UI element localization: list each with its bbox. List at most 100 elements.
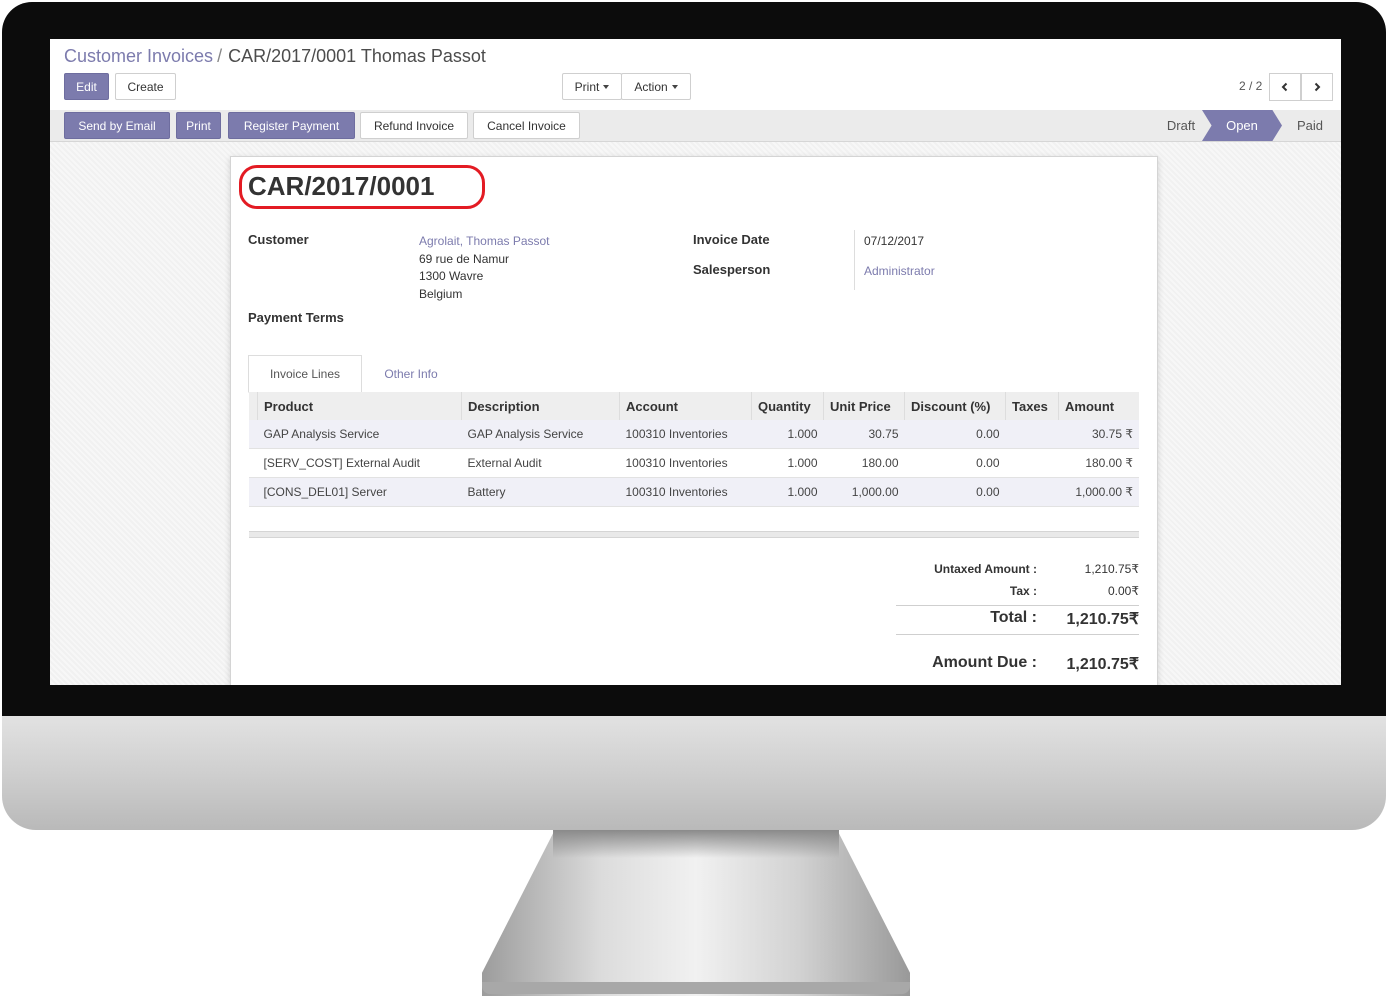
column-header[interactable]: Quantity — [751, 392, 824, 420]
control-panel: Customer Invoices / CAR/2017/0001 Thomas P… — [50, 39, 1341, 111]
cell-account: 100310 Inventories — [619, 448, 752, 478]
notebook-tabs: Invoice Lines Other Info — [248, 355, 1139, 393]
action-dropdown[interactable]: Action — [621, 73, 691, 100]
cell-amount: 30.75 ₹ — [1058, 420, 1139, 449]
cell-taxes — [1005, 420, 1059, 449]
column-header[interactable]: Discount (%) — [904, 392, 1006, 420]
cell-unit-price: 180.00 — [823, 448, 905, 478]
cell-amount: 180.00 ₹ — [1058, 448, 1139, 478]
total-value: 1,210.75₹ — [1066, 611, 1139, 628]
column-header[interactable]: Unit Price — [823, 392, 905, 420]
status-open[interactable]: Open — [1202, 110, 1282, 141]
cell-discount: 0.00 — [904, 420, 1006, 449]
cell-taxes — [1005, 448, 1059, 478]
row-handle — [249, 420, 258, 449]
column-header[interactable]: Amount — [1058, 392, 1139, 420]
print-dropdown-label: Print — [574, 79, 600, 94]
cell-unit-price: 1,000.00 — [823, 477, 905, 507]
field-divider — [854, 230, 855, 290]
table-row[interactable]: [SERV_COST] External Audit External Audi… — [249, 448, 1139, 478]
cell-quantity: 1.000 — [751, 420, 824, 449]
tab-invoice-lines[interactable]: Invoice Lines — [248, 355, 362, 393]
breadcrumb-separator: / — [217, 46, 223, 66]
breadcrumb-current: CAR/2017/0001 Thomas Passot — [228, 46, 486, 66]
edit-button[interactable]: Edit — [64, 73, 109, 100]
cell-description: External Audit — [461, 448, 620, 478]
highlight-ring — [239, 165, 485, 209]
address-line: 69 rue de Namur — [419, 251, 510, 266]
monitor-stand-base — [482, 982, 910, 994]
invoice-lines-table: Product Description Account Quantity Uni… — [249, 392, 1139, 507]
print-dropdown[interactable]: Print — [562, 73, 622, 100]
invoice-date-value: 07/12/2017 — [864, 234, 925, 248]
untaxed-amount-value: 1,210.75₹ — [1084, 562, 1139, 576]
invoice-sheet: CAR/2017/0001 Customer Agrolait, Thomas … — [230, 156, 1158, 685]
cell-quantity: 1.000 — [751, 477, 824, 507]
create-button[interactable]: Create — [115, 73, 176, 100]
totals-divider — [896, 605, 1139, 606]
row-handle — [249, 448, 258, 478]
cell-account: 100310 Inventories — [619, 477, 752, 507]
amount-due-value: 1,210.75₹ — [1066, 656, 1139, 673]
action-dropdown-label: Action — [634, 79, 668, 94]
cell-description: Battery — [461, 477, 620, 507]
tab-other-info[interactable]: Other Info — [362, 355, 460, 393]
customer-label: Customer — [248, 232, 309, 247]
handle-column — [249, 392, 258, 420]
cell-account: 100310 Inventories — [619, 420, 752, 449]
pager-value[interactable]: 2 / 2 — [1239, 79, 1262, 93]
breadcrumb: Customer Invoices / CAR/2017/0001 Thomas P… — [64, 46, 486, 67]
cell-taxes — [1005, 477, 1059, 507]
address-line: 1300 Wavre — [419, 269, 484, 283]
cancel-invoice-button[interactable]: Cancel Invoice — [473, 112, 580, 139]
cell-product: [CONS_DEL01] Server — [257, 477, 462, 507]
column-header[interactable]: Account — [619, 392, 752, 420]
table-footer — [249, 531, 1139, 538]
payment-terms-label: Payment Terms — [248, 310, 344, 325]
form-header: Send by Email Print Register Payment Ref… — [50, 110, 1341, 142]
cell-unit-price: 30.75 — [823, 420, 905, 449]
tax-value: 0.00₹ — [1108, 584, 1139, 598]
amount-due-label: Amount Due : — [932, 654, 1037, 671]
salesperson-label: Salesperson — [693, 262, 771, 277]
status-draft[interactable]: Draft — [1150, 110, 1212, 141]
status-paid[interactable]: Paid — [1280, 110, 1340, 141]
table-header-row: Product Description Account Quantity Uni… — [249, 392, 1139, 420]
totals-divider — [896, 634, 1139, 635]
caret-down-icon — [603, 85, 610, 89]
monitor-chin — [2, 716, 1386, 830]
refund-invoice-button[interactable]: Refund Invoice — [360, 112, 468, 139]
customer-link[interactable]: Agrolait, Thomas Passot — [419, 233, 550, 251]
table-row[interactable]: GAP Analysis Service GAP Analysis Servic… — [249, 420, 1139, 449]
table-row[interactable]: [CONS_DEL01] Server Battery 100310 Inven… — [249, 477, 1139, 507]
screen: Customer Invoices / CAR/2017/0001 Thomas P… — [50, 39, 1341, 685]
column-header[interactable]: Taxes — [1005, 392, 1059, 420]
untaxed-amount-label: Untaxed Amount : — [934, 562, 1037, 576]
pager-previous-button[interactable] — [1269, 73, 1301, 101]
tax-label: Tax : — [1009, 584, 1037, 598]
salesperson-link[interactable]: Administrator — [864, 264, 935, 278]
cell-product: [SERV_COST] External Audit — [257, 448, 462, 478]
column-header[interactable]: Product — [257, 392, 462, 420]
print-invoice-button[interactable]: Print — [176, 112, 221, 139]
invoice-date-label: Invoice Date — [693, 232, 770, 247]
customer-address: Agrolait, Thomas Passot 69 rue de Namur … — [419, 233, 550, 303]
register-payment-button[interactable]: Register Payment — [228, 112, 355, 139]
status-bar: Draft Open Paid — [1150, 110, 1341, 141]
cell-product: GAP Analysis Service — [257, 420, 462, 449]
breadcrumb-parent-link[interactable]: Customer Invoices — [64, 46, 213, 66]
cell-quantity: 1.000 — [751, 448, 824, 478]
cell-discount: 0.00 — [904, 448, 1006, 478]
cell-discount: 0.00 — [904, 477, 1006, 507]
pager-next-button[interactable] — [1301, 73, 1333, 101]
send-by-email-button[interactable]: Send by Email — [64, 112, 170, 139]
total-label: Total : — [990, 609, 1037, 626]
salesperson-field: Administrator — [864, 263, 935, 281]
cell-description: GAP Analysis Service — [461, 420, 620, 449]
address-line: Belgium — [419, 286, 463, 301]
cell-amount: 1,000.00 ₹ — [1058, 477, 1139, 507]
chevron-left-icon — [1281, 82, 1288, 92]
column-header[interactable]: Description — [461, 392, 620, 420]
row-handle — [249, 477, 258, 507]
caret-down-icon — [671, 85, 678, 89]
